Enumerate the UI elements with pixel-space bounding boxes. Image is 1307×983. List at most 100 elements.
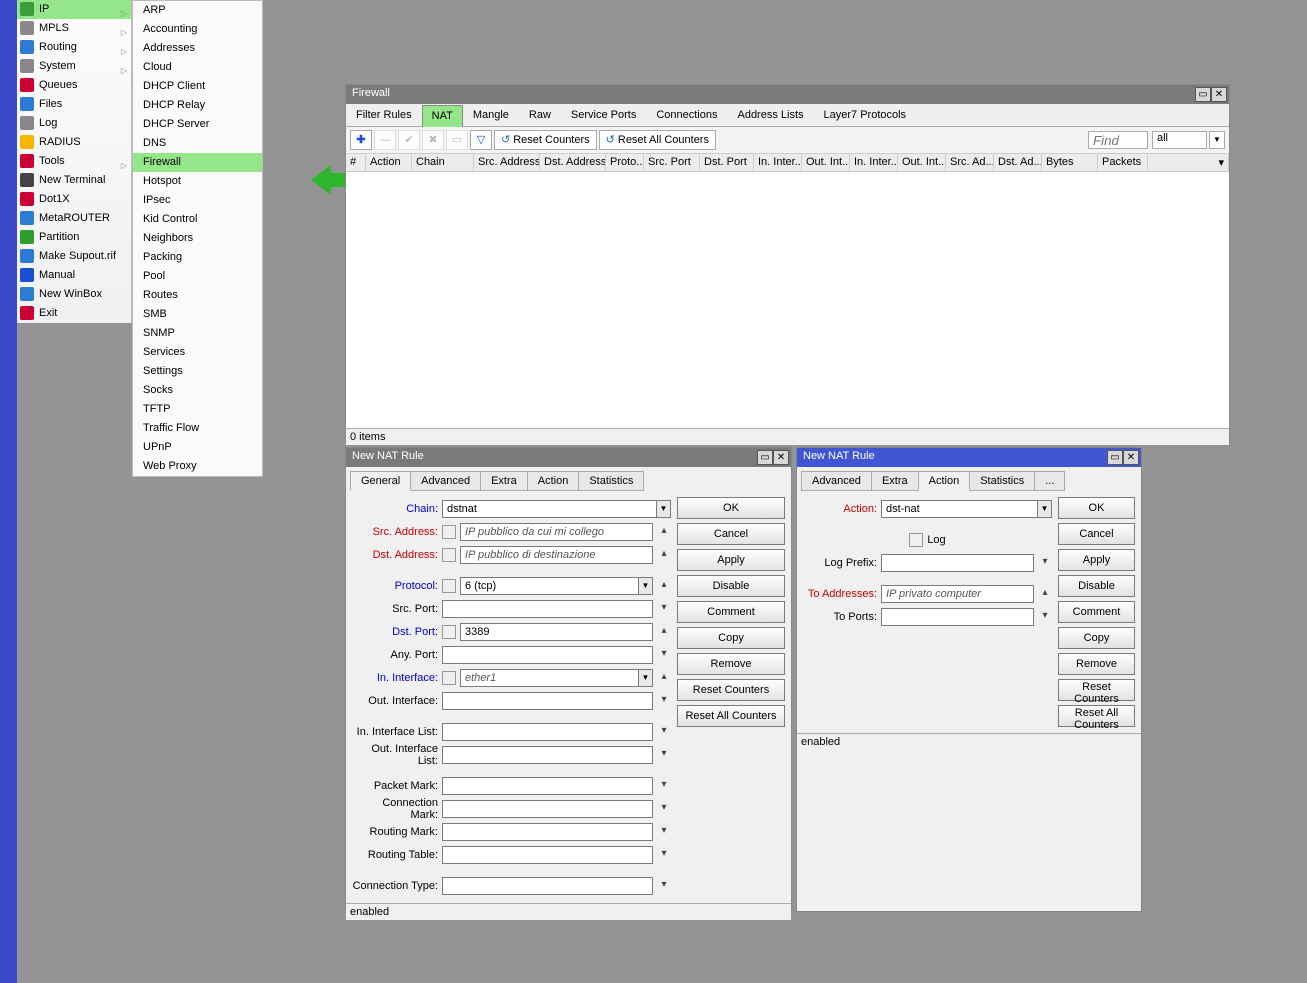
ok-button[interactable]: OK [677,497,785,519]
collapse-icon[interactable]: ▴ [657,671,671,685]
out-interface-list-input[interactable] [442,746,653,764]
collapse-icon[interactable]: ▴ [657,525,671,539]
copy-button[interactable]: Copy [677,627,785,649]
menu-item-files[interactable]: Files [17,95,131,114]
apply-button[interactable]: Apply [677,549,785,571]
log-prefix-input[interactable] [881,554,1034,572]
expand-icon[interactable]: ▾ [657,779,671,793]
expand-icon[interactable]: ▾ [657,748,671,762]
in-interface-dropdown-icon[interactable]: ▼ [639,669,653,687]
filter-button[interactable]: ▽ [470,130,492,150]
src-port-input[interactable] [442,600,653,618]
submenu-item-packing[interactable]: Packing [133,248,262,267]
dst-port-input[interactable] [460,623,653,641]
expand-icon[interactable]: ▾ [657,848,671,862]
expand-icon[interactable]: ▾ [657,879,671,893]
submenu-item-socks[interactable]: Socks [133,381,262,400]
submenu-item-arp[interactable]: ARP [133,1,262,20]
menu-item-log[interactable]: Log [17,114,131,133]
tab-advanced[interactable]: Advanced [410,471,481,491]
menu-item-queues[interactable]: Queues [17,76,131,95]
menu-item-new-winbox[interactable]: New WinBox [17,285,131,304]
tab-extra[interactable]: Extra [480,471,528,491]
submenu-item-routes[interactable]: Routes [133,286,262,305]
close-icon[interactable]: ✕ [1123,450,1139,465]
column-header[interactable]: Bytes [1042,154,1098,171]
minimize-icon[interactable]: ▭ [1195,87,1211,102]
column-header[interactable]: # [346,154,366,171]
tab-extra[interactable]: Extra [871,471,919,491]
tab-action[interactable]: Action [527,471,580,491]
tab-statistics[interactable]: Statistics [969,471,1035,491]
remove-button[interactable]: Remove [1058,653,1135,675]
dialog2-titlebar[interactable]: New NAT Rule ▭ ✕ [797,448,1141,467]
column-header[interactable]: Src. Ad... [946,154,994,171]
firewall-titlebar[interactable]: Firewall ▭ ✕ [346,85,1229,104]
expand-icon[interactable]: ▾ [1038,610,1052,624]
tab-general[interactable]: General [350,471,411,491]
action-dropdown-icon[interactable]: ▼ [1038,500,1052,518]
column-header[interactable]: Src. Port [644,154,700,171]
submenu-item-services[interactable]: Services [133,343,262,362]
in-interface-input[interactable] [460,669,639,687]
submenu-item-dns[interactable]: DNS [133,134,262,153]
menu-item-exit[interactable]: Exit [17,304,131,323]
tab-action[interactable]: Action [918,471,971,491]
menu-item-dot1x[interactable]: Dot1X [17,190,131,209]
expand-icon[interactable]: ▾ [1038,556,1052,570]
submenu-item-smb[interactable]: SMB [133,305,262,324]
in-interface-list-input[interactable] [442,723,653,741]
to-ports-input[interactable] [881,608,1034,626]
column-header[interactable]: Out. Int... [898,154,946,171]
menu-item-tools[interactable]: Tools▷ [17,152,131,171]
comment-button[interactable]: ▭ [446,130,468,150]
chain-input[interactable] [442,500,657,518]
submenu-item-dhcp-relay[interactable]: DHCP Relay [133,96,262,115]
routing-mark-input[interactable] [442,823,653,841]
apply-button[interactable]: Apply [1058,549,1135,571]
dst-address-negate[interactable] [442,548,456,562]
tab--[interactable]: ... [1034,471,1065,491]
menu-item-partition[interactable]: Partition [17,228,131,247]
tab-mangle[interactable]: Mangle [463,104,519,126]
submenu-item-kid-control[interactable]: Kid Control [133,210,262,229]
submenu-item-accounting[interactable]: Accounting [133,20,262,39]
menu-item-mpls[interactable]: MPLS▷ [17,19,131,38]
dialog1-titlebar[interactable]: New NAT Rule ▭ ✕ [346,448,791,467]
submenu-item-neighbors[interactable]: Neighbors [133,229,262,248]
submenu-item-snmp[interactable]: SNMP [133,324,262,343]
column-header[interactable]: Action [366,154,412,171]
submenu-item-hotspot[interactable]: Hotspot [133,172,262,191]
column-header[interactable]: Chain [412,154,474,171]
menu-item-ip[interactable]: IP▷ [17,0,131,19]
minimize-icon[interactable]: ▭ [1107,450,1123,465]
menu-item-system[interactable]: System▷ [17,57,131,76]
submenu-item-upnp[interactable]: UPnP [133,438,262,457]
in-interface-negate[interactable] [442,671,456,685]
expand-icon[interactable]: ▾ [657,725,671,739]
submenu-item-cloud[interactable]: Cloud [133,58,262,77]
remove-button[interactable]: Remove [677,653,785,675]
menu-item-make-supout-rif[interactable]: Make Supout.rif [17,247,131,266]
collapse-icon[interactable]: ▴ [657,579,671,593]
tab-filter-rules[interactable]: Filter Rules [346,104,422,126]
expand-icon[interactable]: ▾ [657,602,671,616]
enable-button[interactable]: ✔ [398,130,420,150]
reset-counters-button[interactable]: ↺Reset Counters [494,130,597,150]
tab-connections[interactable]: Connections [646,104,727,126]
menu-item-radius[interactable]: RADIUS [17,133,131,152]
column-header[interactable]: In. Inter... [754,154,802,171]
collapse-icon[interactable]: ▴ [657,625,671,639]
comment-button[interactable]: Comment [1058,601,1135,623]
protocol-input[interactable] [460,577,639,595]
tab-nat[interactable]: NAT [422,105,463,127]
reset-all-counters-button[interactable]: Reset All Counters [1058,705,1135,727]
reset-counters-button[interactable]: Reset Counters [1058,679,1135,701]
protocol-dropdown-icon[interactable]: ▼ [639,577,653,595]
column-header[interactable]: Dst. Ad... [994,154,1042,171]
cancel-button[interactable]: Cancel [1058,523,1135,545]
copy-button[interactable]: Copy [1058,627,1135,649]
expand-icon[interactable]: ▾ [657,648,671,662]
close-icon[interactable]: ✕ [773,450,789,465]
column-header[interactable]: Dst. Address [540,154,606,171]
